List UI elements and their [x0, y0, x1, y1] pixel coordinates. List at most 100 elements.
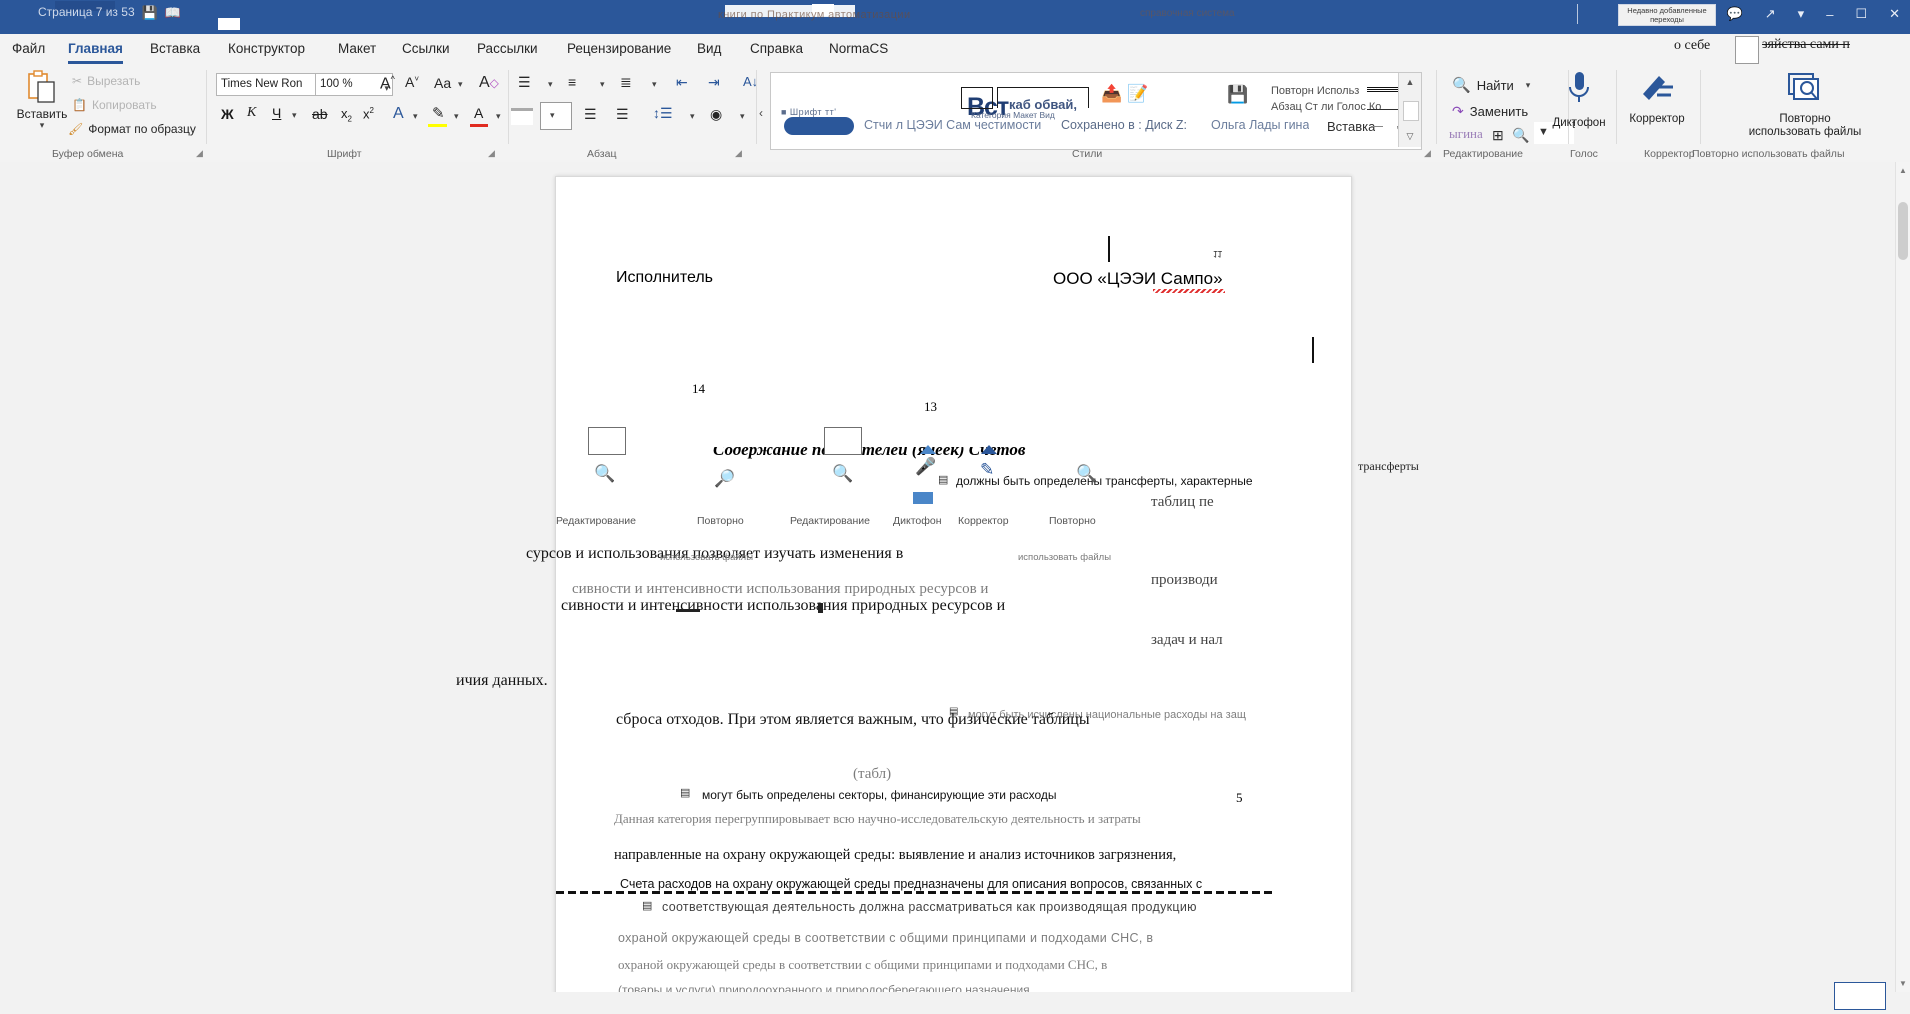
ghost-reuse-icon[interactable]: 🔍 [1076, 464, 1097, 484]
decrease-indent-icon[interactable]: ⇤ [676, 75, 688, 89]
ghost-pen-icon[interactable]: ✎ [980, 460, 994, 480]
numbering-icon[interactable]: ≡ [568, 75, 576, 89]
increase-indent-icon[interactable]: ⇥ [708, 75, 720, 89]
bold-button[interactable]: Ж [221, 106, 234, 122]
chevron-down-icon[interactable]: ▾ [413, 111, 418, 122]
styles-scroll-up-icon[interactable]: ▲ [1402, 75, 1418, 89]
chevron-down-icon[interactable]: ▾ [496, 111, 501, 122]
italic-button[interactable]: К [247, 105, 256, 121]
align-justify-icon[interactable]: ☰ [616, 107, 629, 121]
tab-normacs[interactable]: NormaCS [829, 34, 888, 64]
styles-dialog-launcher[interactable]: ◢ [1424, 148, 1431, 159]
title-bar-status-group: Страница 7 из 53 💾 📖 [38, 5, 181, 19]
select-objects-icon[interactable]: ⊞ [1492, 127, 1504, 144]
tab-review[interactable]: Рецензирование [567, 34, 671, 64]
find-button[interactable]: 🔍 Найти ▾ [1452, 76, 1530, 94]
clipboard-dialog-launcher[interactable]: ◢ [196, 148, 203, 159]
tab-file[interactable]: Файл [12, 34, 45, 64]
scroll-down-icon[interactable]: ▼ [1899, 979, 1907, 988]
replace-button[interactable]: ↷ Заменить [1452, 103, 1528, 120]
copy-button[interactable]: 📋 Копировать [72, 98, 157, 112]
styles-gallery-scrollbar[interactable]: ▲ ▽ [1398, 73, 1421, 147]
style-swatch-pill[interactable] [784, 117, 854, 135]
chevron-down-icon[interactable]: ▾ [600, 79, 605, 90]
format-painter-button[interactable]: 🖌 Формат по образцу [68, 122, 196, 136]
corrector-button[interactable]: Корректор [1618, 70, 1696, 126]
align-center-icon[interactable]: ☰ [584, 107, 597, 121]
search-icon-small[interactable]: 🔍 [1512, 127, 1529, 144]
grow-font-icon[interactable]: A^ [380, 75, 395, 92]
subscript-button[interactable]: x2 [341, 106, 352, 124]
tab-view[interactable]: Вид [697, 34, 721, 64]
styles-scroll-more-icon[interactable]: ▽ [1402, 129, 1418, 143]
chevron-down-icon[interactable]: ▾ [550, 110, 555, 121]
floppy-disk-icon[interactable]: 💾 [142, 6, 158, 19]
underline-button[interactable]: Ч [272, 105, 281, 121]
share-icon[interactable]: ↗ [1765, 6, 1776, 22]
ghost-page-number-5: 5 [1236, 790, 1243, 805]
paragraph-dialog-launcher[interactable]: ◢ [735, 148, 742, 159]
share-style-icon[interactable]: 📤 [1101, 84, 1122, 104]
strikethrough-button[interactable]: ab [312, 106, 328, 122]
table-borders-button[interactable] [540, 102, 572, 130]
tab-help[interactable]: Справка [750, 34, 803, 64]
document-page[interactable]: Исполнитель ООО «ЦЭЭИ Сампо» 11 14 13 5 … [456, 176, 1352, 992]
restore-icon[interactable]: ☐ [1855, 6, 1867, 22]
tab-references[interactable]: Ссылки [402, 34, 450, 64]
scroll-up-icon[interactable]: ▲ [1899, 166, 1907, 175]
reuse-files-button[interactable]: Повторно использовать файлы [1740, 70, 1870, 139]
ghost-microphone-icon[interactable]: 🎤 [915, 457, 936, 477]
shading-icon[interactable]: ◉ [710, 107, 722, 121]
chevron-down-icon[interactable]: ▾ [14, 121, 70, 130]
font-dialog-launcher[interactable]: ◢ [488, 148, 495, 159]
comment-icon[interactable]: 💬 [1727, 6, 1743, 22]
bottom-right-button[interactable] [1834, 982, 1886, 1010]
change-case-icon[interactable]: Aa [434, 76, 451, 90]
chevron-down-icon[interactable]: ▾ [548, 79, 553, 90]
vertical-scrollbar[interactable]: ▲ ▼ [1895, 162, 1910, 992]
chevron-down-icon[interactable]: ▾ [690, 111, 695, 122]
tab-layout[interactable]: Макет [338, 34, 376, 64]
ghost-label-corrector: Корректор [958, 515, 1009, 527]
edit-style-icon[interactable]: 📝 [1127, 84, 1148, 104]
paste-button[interactable]: Вставить ▾ [14, 70, 70, 130]
tab-home[interactable]: Главная [68, 34, 123, 64]
dictaphone-button[interactable]: Диктофон [1540, 70, 1618, 130]
chevron-down-icon[interactable]: ▾ [740, 111, 745, 122]
bullets-icon[interactable]: ☰ [518, 75, 531, 89]
document-canvas[interactable]: Исполнитель ООО «ЦЭЭИ Сампо» 11 14 13 5 … [0, 162, 1910, 992]
scroll-thumb[interactable] [1898, 202, 1908, 260]
chevron-down-icon[interactable]: ▾ [292, 110, 297, 121]
font-color-icon[interactable]: A [474, 105, 483, 121]
group-separator-1 [206, 70, 207, 144]
line-spacing-icon[interactable]: ↕☰ [653, 106, 673, 120]
cut-button[interactable]: ✂ Вырезать [72, 74, 140, 88]
tab-mailings[interactable]: Рассылки [477, 34, 538, 64]
tab-insert[interactable]: Вставка [150, 34, 200, 64]
clear-formatting-icon[interactable]: A◇ [479, 75, 499, 91]
chevron-down-icon[interactable]: ▾ [652, 79, 657, 90]
minimize-icon[interactable]: – [1826, 7, 1833, 22]
book-icon[interactable]: 📖 [165, 6, 181, 19]
superscript-button[interactable]: x2 [363, 106, 374, 121]
shrink-font-icon[interactable]: A˅ [405, 75, 419, 89]
group-separator-2 [508, 70, 509, 144]
text-effects-icon[interactable]: A [393, 106, 404, 122]
font-family-combobox[interactable]: Times New Ron ▾ [216, 73, 330, 96]
doc-line-sns: охраной окружающей среды в соответствии … [618, 931, 1154, 945]
chevron-down-icon[interactable]: ▾ [1526, 80, 1531, 91]
styles-scroll-thumb[interactable] [1403, 101, 1419, 121]
tab-design[interactable]: Конструктор [228, 34, 305, 64]
multilevel-list-icon[interactable]: ≣ [620, 75, 632, 89]
styles-gallery[interactable]: ■ Шрифт тт' Стчи л ЦЭЭИ Сам честимости С… [770, 72, 1422, 150]
close-icon[interactable]: ✕ [1889, 6, 1900, 22]
ghost-search-icon-1[interactable]: 🔍 [594, 464, 615, 484]
chevron-down-icon[interactable]: ▾ [458, 79, 463, 90]
ribbon-options-icon[interactable]: ▾ [1798, 6, 1805, 22]
titlebar-chip[interactable]: Недавно добавленные переходы [1618, 4, 1716, 26]
ghost-search-doc-icon[interactable]: 🔎 [714, 469, 735, 489]
save-style-icon[interactable]: 💾 [1227, 85, 1248, 105]
chevron-down-icon[interactable]: ▾ [454, 111, 459, 122]
ghost-search-icon-2[interactable]: 🔍 [832, 464, 853, 484]
highlight-color-icon[interactable]: ✎ [432, 106, 445, 121]
